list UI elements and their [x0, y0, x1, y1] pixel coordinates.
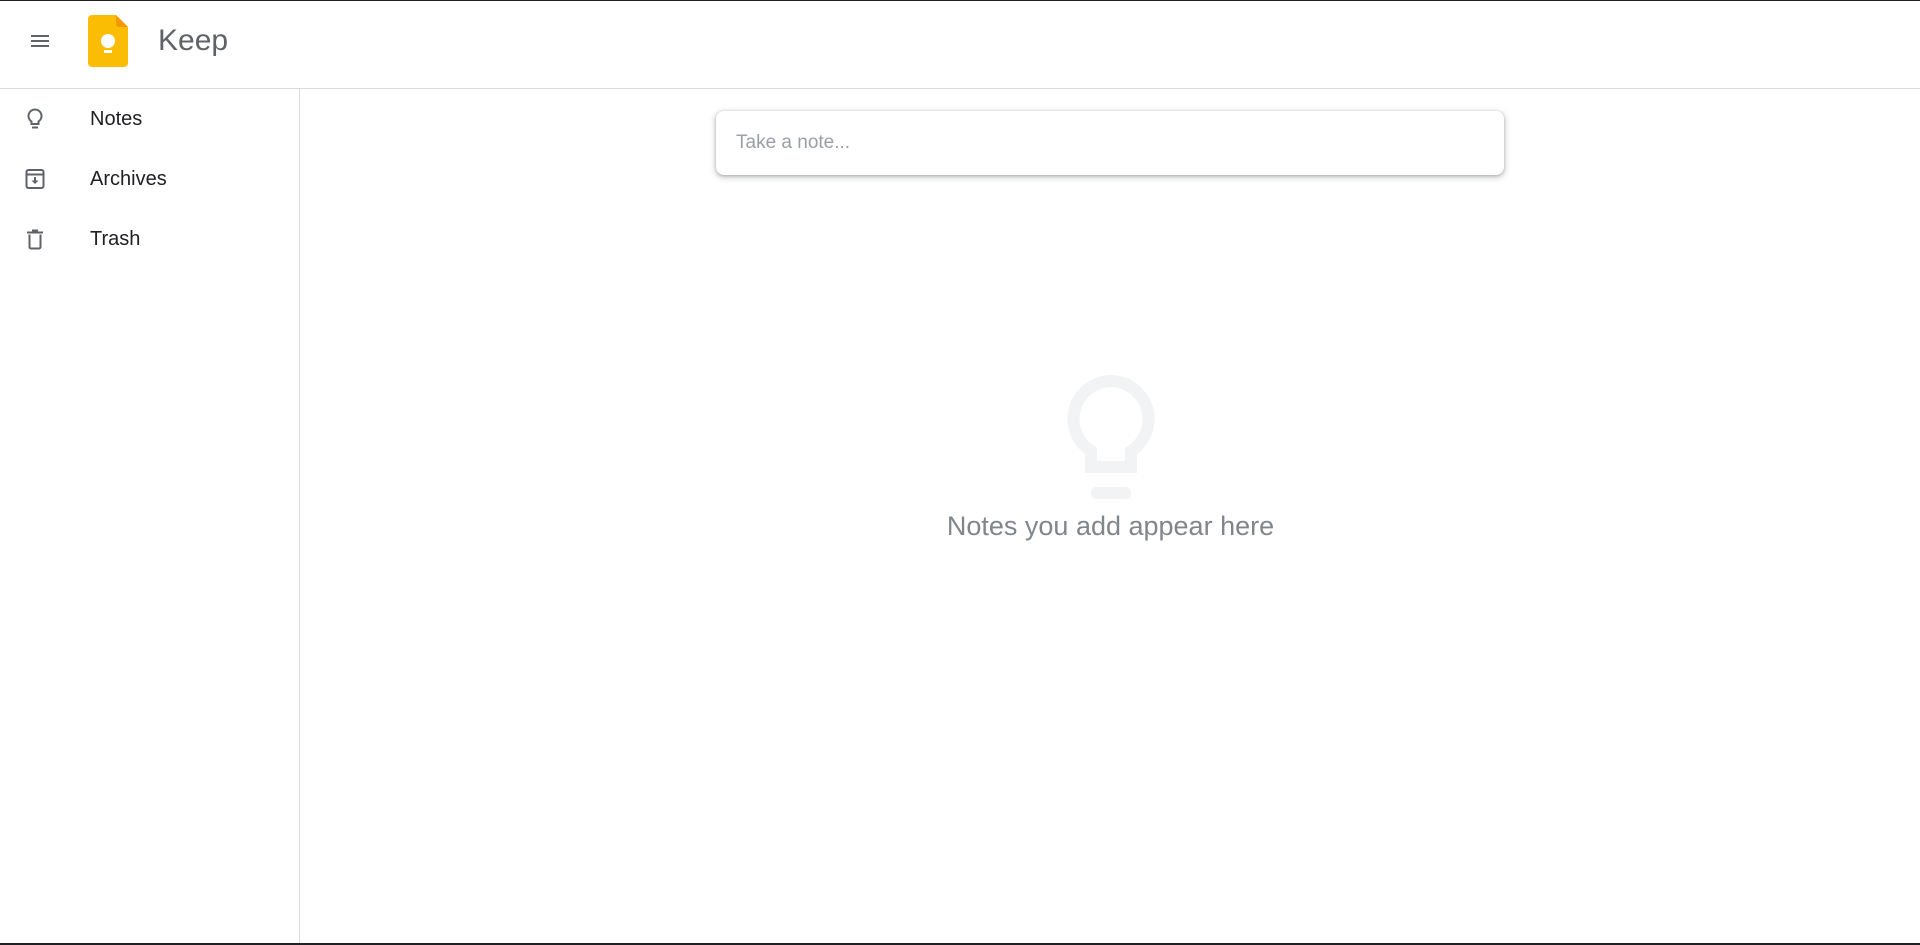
sidebar-item-notes[interactable]: Notes [0, 89, 299, 149]
hamburger-menu-icon [31, 35, 49, 47]
sidebar-item-label: Archives [90, 167, 167, 190]
keep-logo-icon [88, 15, 128, 67]
lightbulb-icon [1067, 375, 1154, 499]
trash-icon [20, 224, 50, 254]
archive-icon [20, 164, 50, 194]
empty-state-message: Notes you add appear here [946, 511, 1275, 541]
sidebar-item-trash[interactable]: Trash [0, 209, 299, 269]
main-menu-button[interactable] [16, 17, 64, 65]
app-title: Keep [158, 24, 229, 57]
take-note-box[interactable] [716, 111, 1504, 175]
take-note-input[interactable] [734, 131, 1486, 155]
sidebar-item-archives[interactable]: Archives [0, 149, 299, 209]
sidebar-item-label: Notes [90, 107, 143, 130]
lightbulb-icon [20, 104, 50, 134]
sidebar-item-label: Trash [90, 227, 141, 250]
sidebar: Notes Archives Trash [0, 89, 300, 943]
keep-app: Keep Notes Archives Trash Take a note...… [0, 0, 1920, 945]
empty-state: Notes you add appear here [301, 375, 1920, 542]
app-header: Keep [0, 1, 1920, 89]
main-content: Notes you add appear here [301, 89, 1920, 943]
